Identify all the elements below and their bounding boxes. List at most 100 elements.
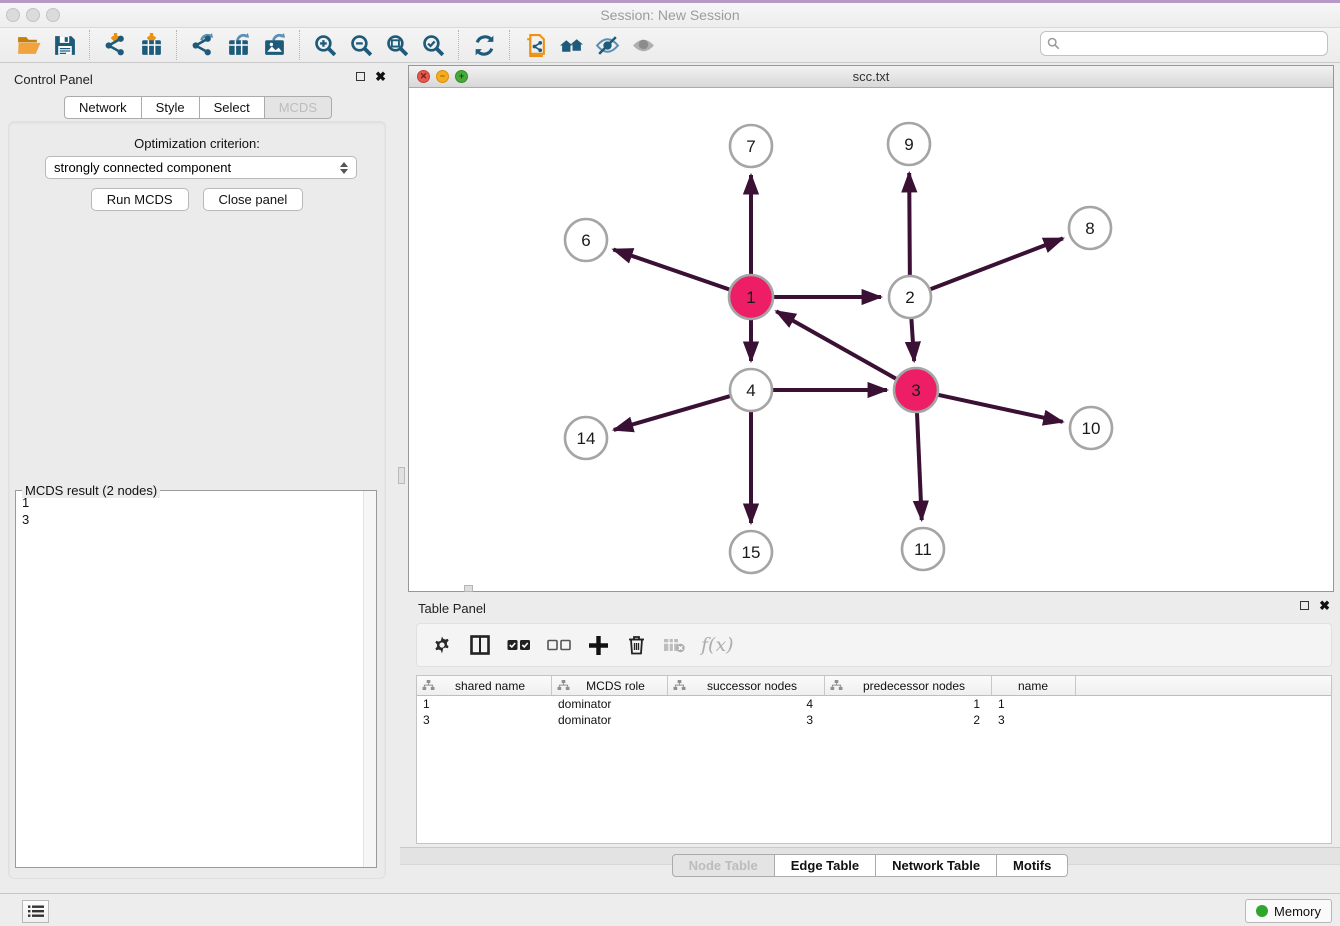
graph-node-10[interactable]: 10 [1070, 407, 1112, 449]
close-table-panel-icon[interactable]: ✖ [1319, 601, 1330, 610]
mcds-tab-content: Optimization criterion: strongly connect… [8, 121, 386, 879]
tab-network[interactable]: Network [64, 96, 142, 119]
mcds-result-text[interactable]: 13 [16, 491, 363, 867]
export-table-icon [226, 33, 251, 58]
window-title: Session: New Session [0, 7, 1340, 23]
network-frame-titlebar[interactable]: ✕ − + scc.txt [409, 66, 1333, 88]
show-all-networks-button[interactable] [553, 30, 589, 60]
network-file-button[interactable] [517, 30, 553, 60]
graph-edge-2-3[interactable] [911, 316, 914, 361]
add-column-button[interactable] [587, 633, 609, 657]
close-panel-button[interactable]: Close panel [203, 188, 304, 211]
column-header-predecessor-nodes[interactable]: predecessor nodes [825, 676, 992, 695]
graph-edge-3-11[interactable] [917, 409, 922, 520]
table-splitter-handle[interactable] [464, 585, 473, 592]
app-window: Session: New Session Control Panel ✖ Net… [0, 0, 1340, 926]
panel-splitter-handle[interactable] [398, 467, 405, 484]
zoom-fit-button[interactable] [379, 30, 415, 60]
graph-edge-1-6[interactable] [613, 249, 733, 290]
float-panel-icon[interactable] [356, 72, 365, 81]
graph-node-7[interactable]: 7 [730, 125, 772, 167]
graph-node-14[interactable]: 14 [565, 417, 607, 459]
memory-button[interactable]: Memory [1245, 899, 1332, 923]
tab-edge-table[interactable]: Edge Table [775, 854, 876, 877]
svg-text:7: 7 [746, 137, 755, 156]
column-header-shared-name[interactable]: shared name [417, 676, 552, 695]
import-network-button[interactable] [97, 30, 133, 60]
show-graphics-details-button[interactable] [625, 30, 661, 60]
graph-node-11[interactable]: 11 [902, 528, 944, 570]
status-bar: Memory [0, 893, 1340, 926]
task-history-button[interactable] [22, 900, 49, 923]
save-session-button[interactable] [46, 30, 82, 60]
cell-MCDS-role[interactable]: dominator [552, 696, 668, 712]
cell-shared-name[interactable]: 3 [417, 712, 552, 728]
zoom-in-button[interactable] [307, 30, 343, 60]
import-table-button[interactable] [133, 30, 169, 60]
delete-column-button[interactable] [625, 633, 647, 657]
cell-predecessor-nodes[interactable]: 1 [825, 696, 992, 712]
tab-select[interactable]: Select [200, 96, 265, 119]
float-table-panel-icon[interactable] [1300, 601, 1309, 610]
column-header-MCDS-role[interactable]: MCDS role [552, 676, 668, 695]
cell-name[interactable]: 3 [992, 712, 1076, 728]
graph-edge-3-1[interactable] [776, 311, 899, 380]
show-graphics-details-icon [631, 33, 656, 58]
result-scrollbar[interactable] [363, 491, 376, 867]
export-table-button[interactable] [220, 30, 256, 60]
tab-mcds[interactable]: MCDS [265, 96, 332, 119]
node-table[interactable]: shared nameMCDS rolesuccessor nodesprede… [416, 675, 1332, 844]
cell-successor-nodes[interactable]: 4 [668, 696, 825, 712]
svg-text:14: 14 [577, 429, 596, 448]
cell-successor-nodes[interactable]: 3 [668, 712, 825, 728]
optimization-criterion-select[interactable]: strongly connected component [45, 156, 357, 179]
cell-predecessor-nodes[interactable]: 2 [825, 712, 992, 728]
tab-network-table[interactable]: Network Table [876, 854, 997, 877]
zoom-out-button[interactable] [343, 30, 379, 60]
close-panel-icon[interactable]: ✖ [375, 72, 386, 81]
select-all-button[interactable] [507, 633, 531, 657]
tab-motifs[interactable]: Motifs [997, 854, 1068, 877]
graph-node-1[interactable]: 1 [729, 275, 773, 319]
result-line: 3 [22, 511, 357, 528]
graph-edge-2-8[interactable] [928, 238, 1063, 290]
control-panel: Control Panel ✖ NetworkStyleSelectMCDS O… [0, 63, 396, 893]
zoom-selected-button[interactable] [415, 30, 451, 60]
graph-edge-3-10[interactable] [935, 394, 1063, 422]
graph-edge-4-14[interactable] [614, 395, 733, 430]
settings-gear-button[interactable] [431, 633, 453, 657]
cell-shared-name[interactable]: 1 [417, 696, 552, 712]
export-network-button[interactable] [184, 30, 220, 60]
toolbar-separator [176, 30, 177, 60]
graph-node-15[interactable]: 15 [730, 531, 772, 573]
hide-graphics-details-button[interactable] [589, 30, 625, 60]
column-manager-button[interactable] [469, 633, 491, 657]
tab-node-table[interactable]: Node Table [672, 854, 775, 877]
graph-node-2[interactable]: 2 [889, 276, 931, 318]
graph-node-4[interactable]: 4 [730, 369, 772, 411]
column-header-successor-nodes[interactable]: successor nodes [668, 676, 825, 695]
refresh-layout-icon [472, 33, 497, 58]
search-box[interactable] [1040, 31, 1328, 56]
graph-node-9[interactable]: 9 [888, 123, 930, 165]
unselect-all-button[interactable] [547, 633, 571, 657]
graph-edge-2-9[interactable] [909, 173, 910, 278]
network-canvas[interactable]: 7 9 6 8 1 2 4 3 14 10 15 11 [409, 88, 1333, 591]
export-image-button[interactable] [256, 30, 292, 60]
column-header-name[interactable]: name [992, 676, 1076, 695]
graph-node-3[interactable]: 3 [894, 368, 938, 412]
cell-name[interactable]: 1 [992, 696, 1076, 712]
open-session-button[interactable] [10, 30, 46, 60]
network-view-frame: ✕ − + scc.txt 7 9 6 8 1 2 4 3 14 10 15 11 [408, 65, 1334, 592]
search-input[interactable] [1064, 35, 1321, 52]
graph-node-6[interactable]: 6 [565, 219, 607, 261]
tab-style[interactable]: Style [142, 96, 200, 119]
cell-MCDS-role[interactable]: dominator [552, 712, 668, 728]
table-row[interactable]: 1dominator411 [417, 696, 1331, 712]
run-mcds-button[interactable]: Run MCDS [91, 188, 189, 211]
graph-node-8[interactable]: 8 [1069, 207, 1111, 249]
table-row[interactable]: 3dominator323 [417, 712, 1331, 728]
refresh-layout-button[interactable] [466, 30, 502, 60]
hide-graphics-details-icon [595, 33, 620, 58]
select-stepper-icon [340, 162, 348, 174]
